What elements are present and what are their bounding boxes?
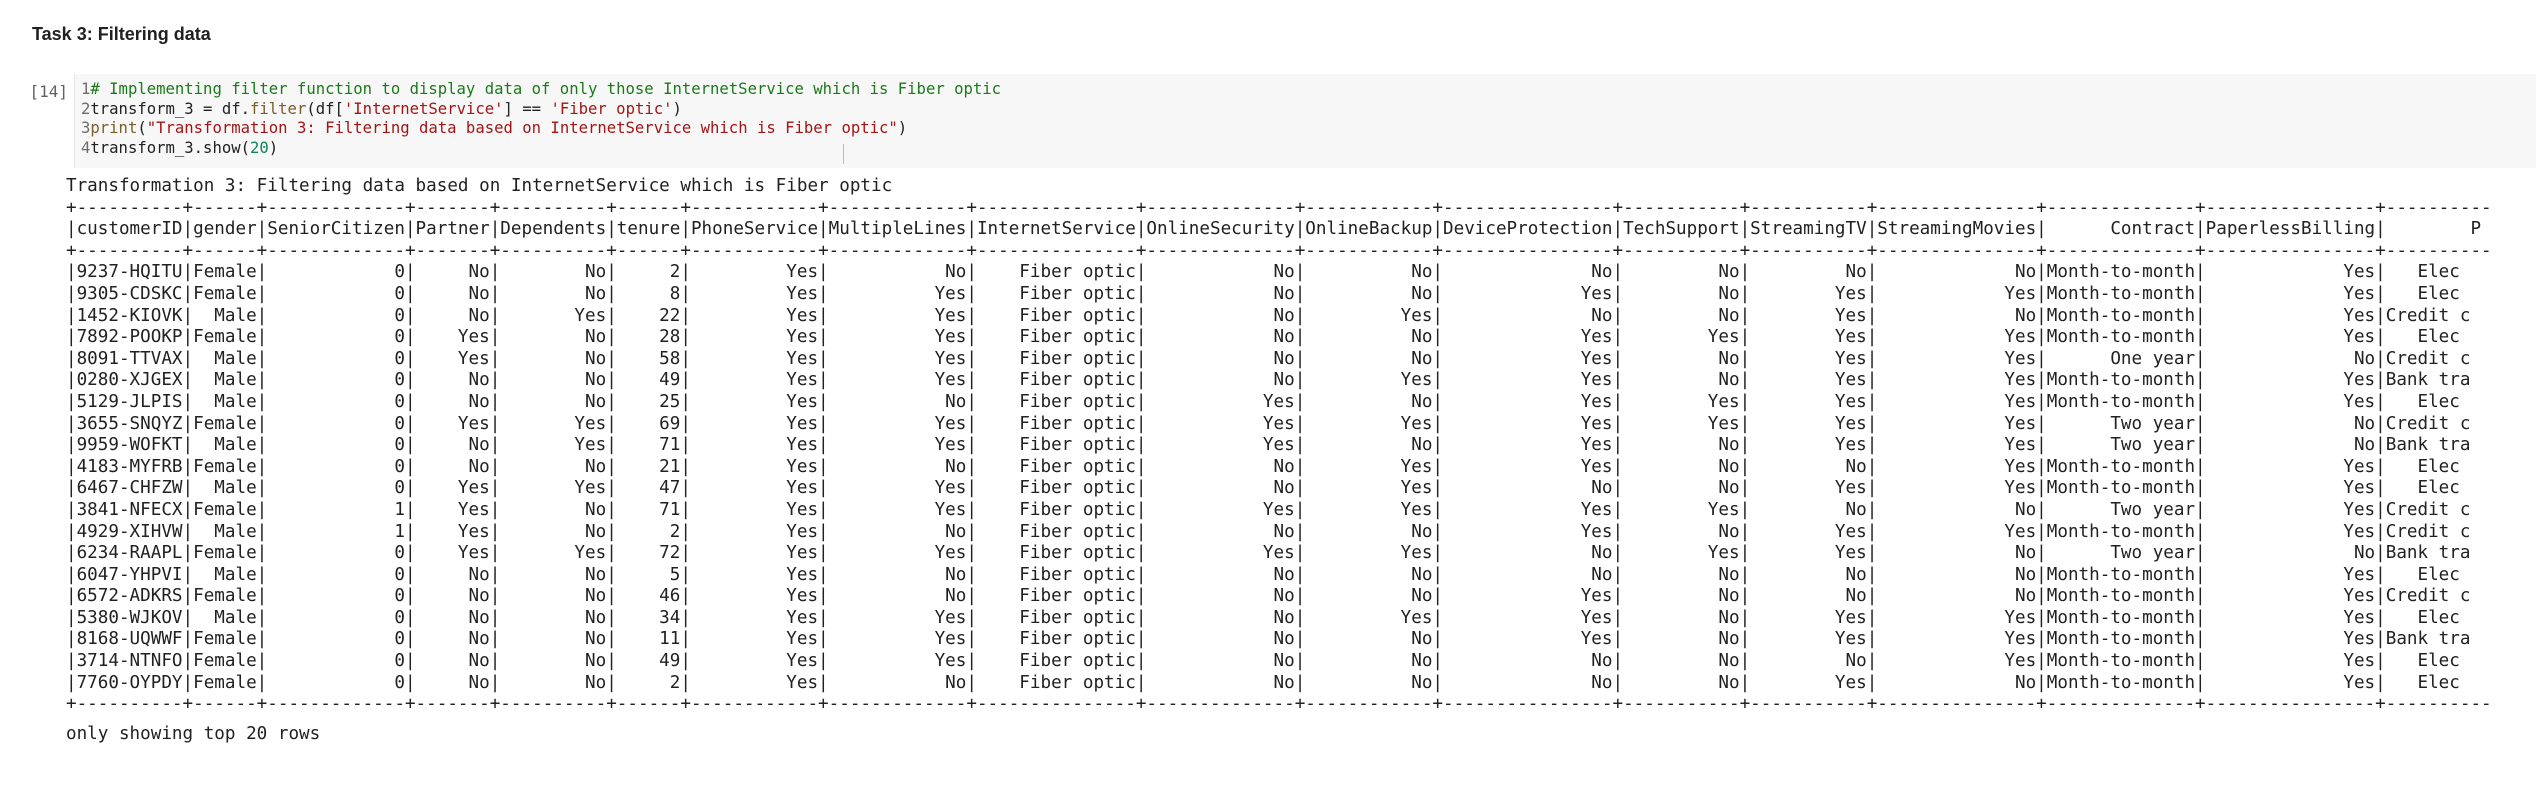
table-row: |5129-JLPIS| Male| 0| No| No| 25| Yes| N… [66, 391, 2460, 412]
code-editor[interactable]: 1# Implementing filter function to displ… [74, 74, 2536, 168]
cell-output: Transformation 3: Filtering data based o… [66, 176, 2536, 745]
table-body: |9237-HQITU|Female| 0| No| No| 2| Yes| N… [66, 262, 2536, 694]
code-line[interactable]: 1# Implementing filter function to displ… [81, 80, 1001, 100]
table-bottom-border: +----------+------+-------------+-------… [66, 694, 2492, 715]
code-token: print [90, 119, 138, 137]
table-row: |7760-OYPDY|Female| 0| No| No| 2| Yes| N… [66, 672, 2460, 693]
table-row: |9305-CDSKC|Female| 0| No| No| 8| Yes| Y… [66, 283, 2460, 304]
code-line[interactable]: 3print("Transformation 3: Filtering data… [81, 119, 1001, 139]
table-top-border: +----------+------+-------------+-------… [66, 197, 2492, 218]
code-text[interactable]: 1# Implementing filter function to displ… [81, 80, 1001, 158]
table-row: |3841-NFECX|Female| 1| Yes| No| 71| Yes|… [66, 499, 2471, 520]
output-footer: only showing top 20 rows [66, 723, 321, 744]
table-row: |9237-HQITU|Female| 0| No| No| 2| Yes| N… [66, 262, 2460, 283]
table-row: |1452-KIOVK| Male| 0| No| Yes| 22| Yes| … [66, 305, 2471, 326]
table-row: |8091-TTVAX| Male| 0| Yes| No| 58| Yes| … [66, 348, 2471, 369]
table-row: |6572-ADKRS|Female| 0| No| No| 46| Yes| … [66, 586, 2471, 607]
code-token: ) [672, 99, 682, 118]
code-line[interactable]: 2transform_3 = df.filter(df['InternetSer… [81, 100, 1001, 120]
table-row: |6047-YHPVI| Male| 0| No| No| 5| Yes| No… [66, 564, 2460, 585]
code-token: transform_3.show( [90, 138, 250, 157]
table-row: |3714-NTNFO|Female| 0| No| No| 49| Yes| … [66, 651, 2460, 672]
table-row: |6467-CHFZW| Male| 0| Yes| Yes| 47| Yes|… [66, 478, 2460, 499]
table-row: |9959-WOFKT| Male| 0| No| Yes| 71| Yes| … [66, 435, 2471, 456]
output-message: Transformation 3: Filtering data based o… [66, 176, 893, 196]
table-row: |8168-UQWWF|Female| 0| No| No| 11| Yes| … [66, 629, 2471, 650]
code-token: 20 [250, 138, 269, 157]
table-row: |0280-XJGEX| Male| 0| No| No| 49| Yes| Y… [66, 370, 2471, 391]
code-token: transform_3 = df. [90, 99, 250, 118]
execution-count: [14] [29, 82, 68, 101]
table-row: |5380-WJKOV| Male| 0| No| No| 34| Yes| Y… [66, 607, 2460, 628]
table-header: |customerID|gender|SeniorCitizen|Partner… [66, 219, 2482, 240]
table-row: |4929-XIHVW| Male| 1| Yes| No| 2| Yes| N… [66, 521, 2471, 542]
code-token: (df[ [306, 99, 344, 118]
line-number: 1 [81, 80, 91, 98]
cell-heading: Task 3: Filtering data [32, 24, 211, 44]
code-token: 'InternetService' [343, 99, 504, 118]
code-token: ( [137, 119, 147, 137]
line-number: 2 [81, 99, 91, 118]
text-cursor [843, 144, 844, 164]
table-row: |7892-POOKP|Female| 0| Yes| No| 28| Yes|… [66, 327, 2460, 348]
code-token: filter [250, 99, 307, 118]
line-number: 4 [81, 138, 91, 157]
code-cell[interactable]: [14] 1# Implementing filter function to … [24, 74, 2536, 168]
code-token: 'Fiber optic' [550, 99, 673, 118]
table-header-border: +----------+------+-------------+-------… [66, 240, 2492, 261]
table-row: |6234-RAAPL|Female| 0| Yes| Yes| 72| Yes… [66, 543, 2471, 564]
code-line[interactable]: 4transform_3.show(20) [81, 139, 1001, 159]
table-row: |4183-MYFRB|Female| 0| No| No| 21| Yes| … [66, 456, 2460, 477]
code-token: # Implementing filter function to displa… [90, 80, 1002, 98]
line-number: 3 [81, 119, 91, 137]
table-row: |3655-SNQYZ|Female| 0| Yes| Yes| 69| Yes… [66, 413, 2471, 434]
code-token: ) [268, 138, 279, 157]
code-token: "Transformation 3: Filtering data based … [146, 119, 898, 137]
code-token: ] == [503, 99, 551, 118]
code-token: ) [897, 119, 908, 137]
